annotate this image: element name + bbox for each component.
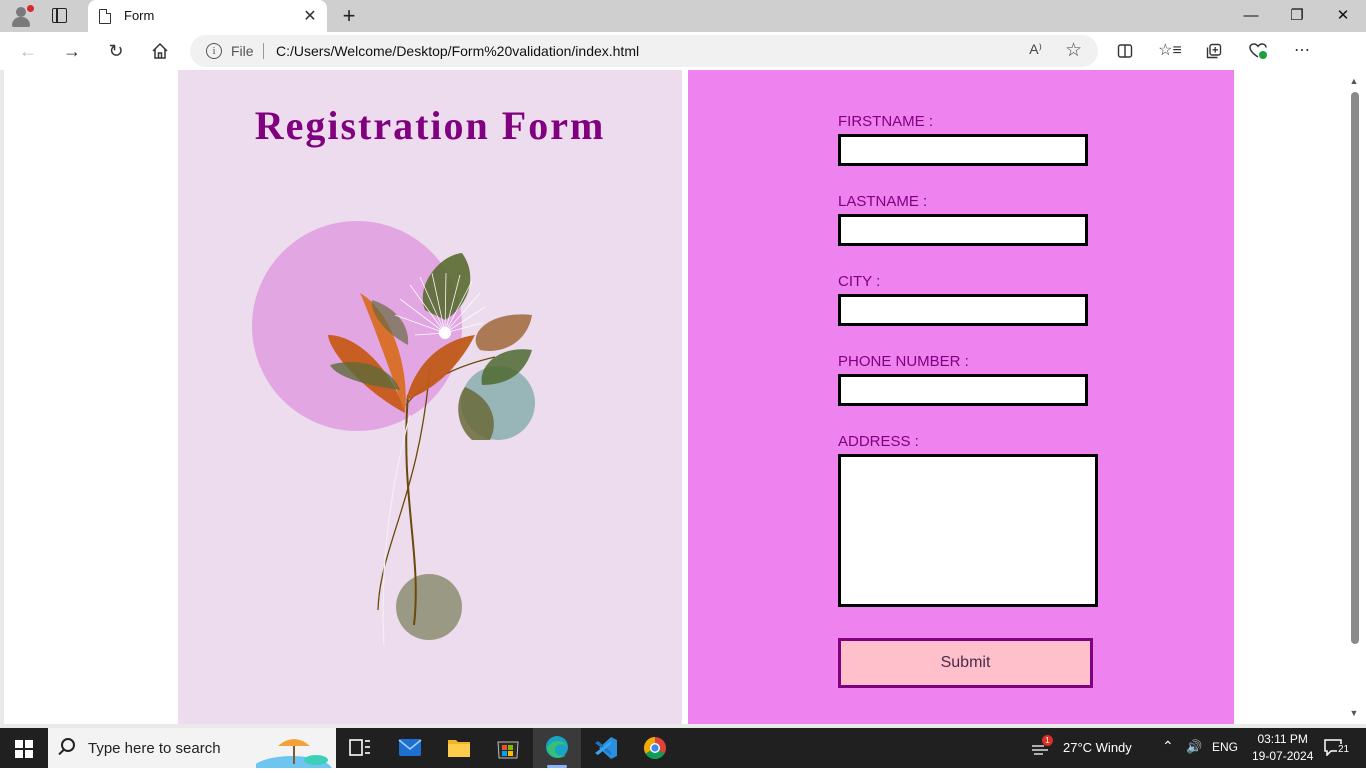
page-scrollbar[interactable]: ▲ ▼ — [1347, 74, 1361, 720]
lastname-label: LASTNAME : — [838, 193, 928, 210]
close-window-button[interactable]: ✕ — [1320, 4, 1366, 28]
show-hidden-icons-chevron-icon[interactable]: ⌃ — [1162, 738, 1174, 755]
home-button[interactable] — [146, 38, 174, 64]
search-highlight-illustration — [256, 739, 332, 768]
language-indicator[interactable]: ENG — [1212, 740, 1238, 754]
tab-title: Form — [124, 8, 155, 23]
weather-alert-badge: 1 — [1042, 735, 1053, 746]
search-placeholder: Type here to search — [88, 740, 221, 757]
submit-button[interactable]: Submit — [838, 638, 1093, 688]
address-textarea[interactable] — [838, 454, 1098, 607]
phone-number-label: PHONE NUMBER : — [838, 353, 969, 370]
scrollbar-thumb[interactable] — [1351, 92, 1359, 644]
notification-count: 21 — [1337, 744, 1351, 755]
more-menu-icon[interactable]: ⋯ — [1287, 38, 1317, 64]
browser-tab[interactable]: Form ✕ — [88, 0, 327, 32]
firstname-input[interactable] — [838, 134, 1088, 166]
profile-icon[interactable] — [10, 5, 34, 27]
close-tab-icon[interactable]: ✕ — [301, 6, 319, 26]
address-bar[interactable]: i File C:/Users/Welcome/Desktop/Form%20v… — [190, 35, 1098, 67]
address-url[interactable]: C:/Users/Welcome/Desktop/Form%20validati… — [276, 43, 639, 59]
lastname-input[interactable] — [838, 214, 1088, 246]
address-label: ADDRESS : — [838, 433, 919, 450]
clock-time: 03:11 PM — [1257, 732, 1308, 746]
info-icon[interactable]: i — [206, 43, 222, 59]
chrome-icon[interactable] — [631, 728, 679, 768]
browser-toolbar: ← → ↻ i File C:/Users/Welcome/Desktop/Fo… — [0, 32, 1366, 94]
taskbar: Type here to search 1 27°C Windy ⌃ 🔊 ENG… — [0, 728, 1366, 768]
illustration-panel: Registration Form — [178, 70, 682, 724]
vscode-icon[interactable] — [582, 728, 630, 768]
city-label: CITY : — [838, 273, 881, 290]
taskbar-search-box[interactable]: Type here to search — [48, 728, 336, 768]
weather-icon[interactable]: 1 — [1030, 735, 1054, 758]
home-icon — [152, 42, 168, 59]
phone-number-input[interactable] — [838, 374, 1088, 406]
read-aloud-icon[interactable]: A⁾ — [1029, 41, 1042, 58]
page-title: Registration Form — [254, 103, 606, 148]
flower-illustration — [252, 221, 535, 646]
edge-browser-icon[interactable] — [533, 728, 581, 768]
search-icon — [61, 738, 75, 752]
city-input[interactable] — [838, 294, 1088, 326]
back-button[interactable]: ← — [14, 38, 42, 64]
address-divider — [263, 43, 264, 59]
browser-tab-bar: Form ✕ + — ❐ ✕ — [0, 0, 1366, 32]
clock[interactable]: 03:11 PM 19-07-2024 — [1252, 731, 1313, 765]
file-explorer-icon[interactable] — [435, 728, 483, 768]
browser-essentials-icon[interactable] — [1243, 38, 1273, 64]
mail-app-icon[interactable] — [386, 728, 434, 768]
task-view-icon[interactable] — [336, 728, 384, 768]
firstname-label: FIRSTNAME : — [838, 113, 934, 130]
refresh-button[interactable]: ↻ — [102, 38, 130, 64]
forward-button[interactable]: → — [58, 38, 86, 64]
windows-start-icon[interactable] — [15, 740, 33, 758]
store-app-icon[interactable] — [484, 728, 532, 768]
volume-icon[interactable]: 🔊 — [1186, 739, 1202, 755]
address-scheme-label: File — [231, 43, 254, 59]
restore-button[interactable]: ❐ — [1274, 4, 1320, 28]
favorites-icon[interactable]: ☆≡ — [1155, 38, 1185, 64]
new-tab-button[interactable]: + — [339, 3, 359, 29]
clock-date: 19-07-2024 — [1252, 749, 1314, 763]
notifications-icon[interactable]: 21 — [1323, 738, 1353, 758]
page-icon — [99, 9, 111, 24]
favorite-star-icon[interactable]: ☆ — [1065, 39, 1082, 62]
collections-icon[interactable] — [1199, 38, 1229, 64]
minimize-button[interactable]: — — [1228, 4, 1274, 28]
tab-actions-icon[interactable] — [52, 8, 67, 23]
weather-text[interactable]: 27°C Windy — [1063, 740, 1132, 755]
scroll-down-arrow-icon[interactable]: ▼ — [1349, 708, 1359, 718]
scroll-up-arrow-icon[interactable]: ▲ — [1349, 76, 1359, 86]
split-screen-icon[interactable] — [1110, 38, 1140, 64]
